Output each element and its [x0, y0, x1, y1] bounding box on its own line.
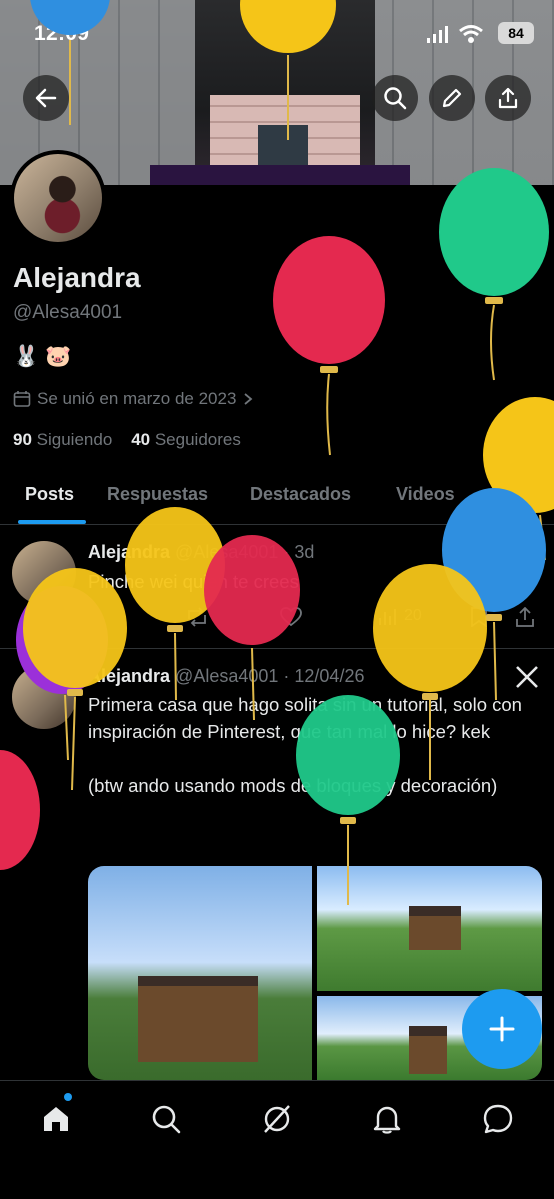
tweet-author-handle: @Alesa4001	[175, 666, 279, 686]
nav-home[interactable]	[36, 1099, 76, 1139]
tab-posts[interactable]: Posts	[25, 484, 74, 505]
grok-icon	[264, 1105, 290, 1133]
tweet-time: · 12/04/26	[283, 666, 365, 686]
edit-profile-button[interactable]	[429, 75, 475, 121]
profile-avatar[interactable]	[10, 150, 106, 246]
back-button[interactable]	[23, 75, 69, 121]
bottom-navigation	[0, 1080, 554, 1199]
search-button[interactable]	[372, 75, 418, 121]
share-icon[interactable]	[515, 607, 535, 627]
follow-stats: 90 Siguiendo 40 Seguidores	[13, 430, 241, 450]
tweet-avatar[interactable]	[12, 541, 76, 605]
tab-respuestas[interactable]: Respuestas	[107, 484, 208, 505]
views-count: 20	[404, 607, 422, 624]
profile-handle: @Alesa4001	[13, 302, 123, 323]
battery-indicator: 84	[498, 22, 534, 44]
media-image-1[interactable]	[88, 866, 312, 1080]
home-icon	[44, 1107, 68, 1131]
tweet-text: Primera casa que hago solita sin un tuto…	[88, 694, 522, 796]
x-logo-icon	[516, 666, 538, 688]
calendar-icon	[13, 391, 31, 407]
house-image	[409, 1026, 447, 1074]
following-count: 90	[13, 430, 32, 449]
search-icon	[384, 87, 407, 110]
tweet[interactable]: Alejandra @Alesa4001 · 3d Pinche wei qui…	[0, 525, 554, 648]
nav-grok[interactable]	[257, 1099, 297, 1139]
nav-messages[interactable]	[478, 1099, 518, 1139]
tweet-header: Alejandra @Alesa4001 · 3d	[88, 542, 314, 563]
house-image	[138, 976, 258, 1062]
tab-destacados[interactable]: Destacados	[250, 484, 351, 505]
signal-icon	[427, 26, 448, 43]
messages-icon	[483, 1104, 513, 1134]
house-image	[409, 906, 461, 950]
back-arrow-icon	[35, 88, 57, 108]
retweet-icon[interactable]	[186, 607, 208, 627]
tab-fotos[interactable]: Fotos	[492, 484, 541, 505]
share-icon	[498, 87, 518, 109]
status-time: 12:09	[34, 22, 90, 45]
bookmark-icon[interactable]	[470, 607, 488, 627]
profile-name: Alejandra	[13, 262, 141, 293]
balloon	[439, 168, 549, 381]
views-icon[interactable]	[378, 608, 398, 626]
search-icon	[152, 1105, 181, 1134]
tweet-author-handle: @Alesa4001	[175, 542, 279, 562]
bell-icon	[373, 1106, 401, 1134]
nav-notifications[interactable]	[367, 1099, 407, 1139]
media-image-2[interactable]	[317, 866, 542, 991]
tab-videos[interactable]: Videos	[396, 484, 455, 505]
compose-button[interactable]	[462, 989, 542, 1069]
tweet-avatar[interactable]	[12, 665, 76, 729]
share-button[interactable]	[485, 75, 531, 121]
chevron-right-icon	[244, 393, 253, 405]
edit-pencil-icon	[442, 88, 462, 108]
followers-count: 40	[131, 430, 151, 449]
tweet-time: · 3d	[283, 542, 315, 562]
following-link[interactable]: 90 Siguiendo	[13, 430, 112, 449]
nav-search[interactable]	[146, 1099, 186, 1139]
profile-bio: 🐰 🐷	[13, 345, 72, 368]
banner-portal	[150, 165, 410, 185]
following-label: Siguiendo	[36, 430, 113, 449]
home-notification-dot	[64, 1093, 72, 1101]
tweet-text: Pinche wei quien te crees	[88, 571, 299, 592]
tweet-header: Alejandra @Alesa4001 · 12/04/26	[88, 666, 364, 687]
wifi-icon	[459, 25, 483, 43]
active-tab-indicator	[18, 520, 86, 524]
status-bar: 12:09 84	[0, 18, 554, 52]
joined-text: Se unió en marzo de 2023	[37, 389, 237, 408]
plus-icon	[489, 1016, 515, 1042]
followers-label: Seguidores	[154, 430, 241, 449]
balloon	[273, 236, 385, 456]
profile-tabs: Posts Respuestas Destacados Videos Fotos	[0, 470, 554, 525]
followers-link[interactable]: 40 Seguidores	[131, 430, 241, 449]
like-icon[interactable]	[280, 607, 302, 627]
tweet-author-name: Alejandra	[88, 542, 171, 562]
x-logo-icon	[515, 543, 539, 565]
tweet-author-name: Alejandra	[88, 666, 171, 686]
profile-joined[interactable]: Se unió en marzo de 2023	[13, 389, 254, 409]
